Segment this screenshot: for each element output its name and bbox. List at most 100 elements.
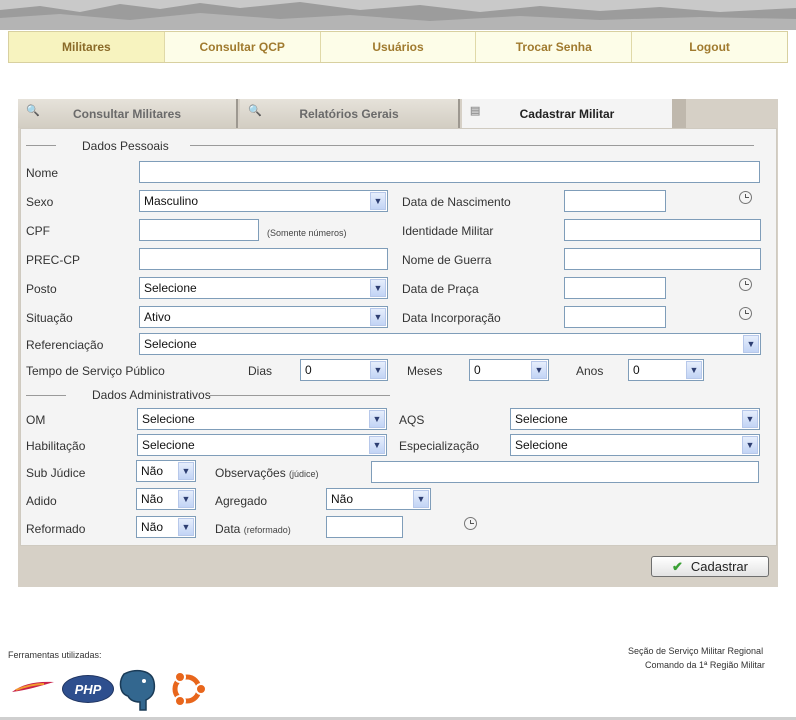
- dias-value: 0: [305, 363, 312, 377]
- data-praca-input[interactable]: [564, 277, 666, 299]
- posto-label: Posto: [26, 282, 57, 296]
- cadastrar-label: Cadastrar: [690, 559, 748, 574]
- observacoes-input[interactable]: [371, 461, 759, 483]
- especializacao-select[interactable]: Selecione ▼: [510, 434, 760, 456]
- tab-cadastrar-militar[interactable]: ▤ Cadastrar Militar: [462, 99, 672, 128]
- chevron-down-icon: ▼: [370, 279, 386, 297]
- sub-judice-label: Sub Júdice: [26, 466, 86, 480]
- aqs-value: Selecione: [515, 412, 568, 426]
- php-logo-text: PHP: [74, 681, 102, 697]
- om-select[interactable]: Selecione ▼: [137, 408, 387, 430]
- data-incorporacao-label: Data Incorporação: [402, 311, 501, 325]
- referenciacao-label: Referenciação: [26, 338, 104, 352]
- chevron-down-icon: ▼: [370, 308, 386, 326]
- chevron-down-icon: ▼: [370, 361, 386, 379]
- prec-cp-label: PREC-CP: [26, 253, 81, 267]
- habilitacao-select[interactable]: Selecione ▼: [137, 434, 387, 456]
- form-icon: ▤: [470, 105, 481, 117]
- sub-judice-select[interactable]: Não ▼: [136, 460, 196, 482]
- meses-select[interactable]: 0 ▼: [469, 359, 549, 381]
- posto-select[interactable]: Selecione ▼: [139, 277, 388, 299]
- nav-item-logout[interactable]: Logout: [631, 32, 788, 62]
- nav-item-consultar-qcp[interactable]: Consultar QCP: [163, 32, 320, 62]
- identidade-input[interactable]: [564, 219, 761, 241]
- chevron-down-icon: ▼: [178, 490, 194, 508]
- cadastrar-button[interactable]: ✔ Cadastrar: [651, 556, 769, 577]
- apache-feather-logo: [12, 681, 54, 692]
- cpf-label: CPF: [26, 224, 50, 238]
- observacoes-label: Observações (júdice): [215, 466, 319, 480]
- nav-item-usuarios[interactable]: Usuários: [319, 32, 476, 62]
- data-nascimento-label: Data de Nascimento: [402, 195, 511, 209]
- dias-select[interactable]: 0 ▼: [300, 359, 388, 381]
- tempo-servico-label: Tempo de Serviço Público: [26, 364, 165, 378]
- agregado-select[interactable]: Não ▼: [326, 488, 431, 510]
- chevron-down-icon: ▼: [743, 335, 759, 353]
- section-line: [26, 395, 66, 396]
- org-line-1: Seção de Serviço Militar Regional: [628, 646, 764, 656]
- om-label: OM: [26, 413, 46, 427]
- section-line: [26, 145, 56, 146]
- adido-select[interactable]: Não ▼: [136, 488, 196, 510]
- observacoes-text: Observações: [215, 466, 286, 480]
- situacao-value: Ativo: [144, 310, 171, 324]
- org-line-2: Comando da 1ª Região Militar: [645, 660, 765, 670]
- section-line: [190, 145, 754, 146]
- data-hint: (reformado): [243, 525, 291, 535]
- especializacao-value: Selecione: [515, 438, 568, 452]
- chevron-down-icon: ▼: [413, 490, 429, 508]
- nome-guerra-input[interactable]: [564, 248, 761, 270]
- agregado-value: Não: [331, 492, 354, 506]
- adido-value: Não: [141, 492, 164, 506]
- chevron-down-icon: ▼: [531, 361, 547, 379]
- referenciacao-value: Selecione: [144, 337, 197, 351]
- nome-input[interactable]: [139, 161, 760, 183]
- data-nascimento-input[interactable]: [564, 190, 666, 212]
- tab-consultar-militares[interactable]: 🔍 Consultar Militares: [18, 99, 238, 128]
- data-text: Data: [215, 522, 241, 536]
- chevron-down-icon: ▼: [686, 361, 702, 379]
- sub-judice-value: Não: [141, 464, 164, 478]
- clock-icon[interactable]: [739, 191, 752, 204]
- chevron-down-icon: ▼: [178, 462, 194, 480]
- identidade-label: Identidade Militar: [402, 224, 494, 238]
- cpf-input[interactable]: [139, 219, 259, 241]
- dias-label: Dias: [248, 364, 273, 378]
- main-nav: Militares Consultar QCP Usuários Trocar …: [8, 31, 788, 63]
- anos-value: 0: [633, 363, 640, 377]
- tab-relatorios-gerais[interactable]: 🔍 Relatórios Gerais: [240, 99, 460, 128]
- referenciacao-select[interactable]: Selecione ▼: [139, 333, 761, 355]
- sexo-select[interactable]: Masculino ▼: [139, 190, 388, 212]
- ubuntu-logo: [172, 671, 207, 707]
- chevron-down-icon: ▼: [742, 436, 758, 454]
- check-icon: ✔: [672, 558, 683, 574]
- prec-cp-input[interactable]: [139, 248, 388, 270]
- data-reformado-label: Data (reformado): [215, 522, 291, 536]
- chevron-down-icon: ▼: [369, 436, 385, 454]
- data-incorporacao-input[interactable]: [564, 306, 666, 328]
- tab-label: Cadastrar Militar: [519, 106, 615, 121]
- observacoes-hint: (júdice): [289, 469, 319, 479]
- clock-icon[interactable]: [739, 307, 752, 320]
- data-praca-label: Data de Praça: [402, 282, 479, 296]
- nav-item-trocar-senha[interactable]: Trocar Senha: [475, 32, 632, 62]
- meses-label: Meses: [407, 364, 443, 378]
- chevron-down-icon: ▼: [369, 410, 385, 428]
- header-banner: [0, 0, 796, 30]
- data-reformado-input[interactable]: [326, 516, 403, 538]
- agregado-label: Agregado: [215, 494, 268, 508]
- reformado-value: Não: [141, 520, 164, 534]
- cpf-hint: (Somente números): [267, 228, 347, 238]
- meses-value: 0: [474, 363, 481, 377]
- nome-label: Nome: [26, 166, 59, 180]
- reformado-select[interactable]: Não ▼: [136, 516, 196, 538]
- situacao-select[interactable]: Ativo ▼: [139, 306, 388, 328]
- aqs-select[interactable]: Selecione ▼: [510, 408, 760, 430]
- tools-label: Ferramentas utilizadas:: [8, 650, 102, 660]
- anos-select[interactable]: 0 ▼: [628, 359, 704, 381]
- clock-icon[interactable]: [464, 517, 477, 530]
- chevron-down-icon: ▼: [742, 410, 758, 428]
- clock-icon[interactable]: [739, 278, 752, 291]
- tab-divider: [672, 99, 686, 128]
- nav-item-militares[interactable]: Militares: [8, 32, 164, 62]
